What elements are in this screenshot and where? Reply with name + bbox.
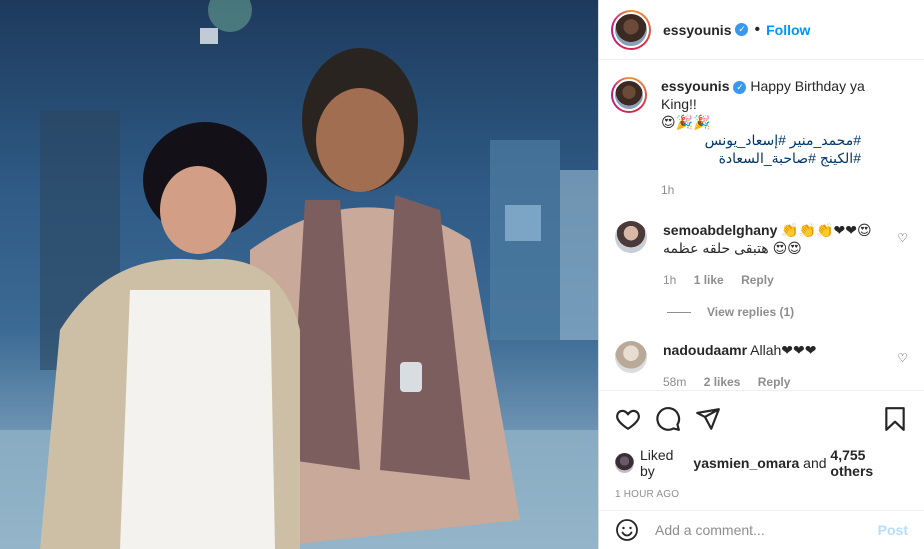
post-header: essyounis ✓ • Follow <box>599 0 924 60</box>
verified-icon: ✓ <box>735 23 749 36</box>
post-timestamp[interactable]: 1 HOUR AGO <box>615 489 908 500</box>
verified-icon: ✓ <box>733 80 747 94</box>
caption-emojis: 😍🎉🎉 <box>661 114 711 130</box>
liker-avatar[interactable] <box>615 453 634 473</box>
caption: essyounis ✓ Happy Birthday ya King!! 😍🎉🎉 … <box>611 77 908 199</box>
comment-time[interactable]: 58m <box>663 375 686 389</box>
share-icon[interactable] <box>695 406 721 432</box>
comment-time[interactable]: 1h <box>663 273 676 287</box>
separator-dot: • <box>754 20 761 38</box>
replies-divider <box>667 311 691 313</box>
likes-and: and <box>803 455 827 471</box>
post-actions: Liked by yasmien_omara and 4,755 others … <box>599 390 924 500</box>
comment-username[interactable]: nadoudaamr <box>663 342 747 358</box>
comments-section[interactable]: essyounis ✓ Happy Birthday ya King!! 😍🎉🎉 … <box>599 61 924 389</box>
comment-item: nadoudaamr Allah❤❤❤ 58m 2 likes Reply ♡ <box>611 341 908 389</box>
view-replies-button[interactable]: View replies (1) <box>667 305 908 319</box>
comment-emojis: 👏👏👏❤❤😍 <box>781 222 872 238</box>
add-comment-bar: Post <box>599 510 924 549</box>
emoji-icon[interactable] <box>615 518 639 542</box>
like-comment-heart-icon[interactable]: ♡ <box>897 231 908 245</box>
instagram-post: essyounis ✓ • Follow essyounis ✓ Happy Bi… <box>0 0 924 549</box>
likes-summary: Liked by yasmien_omara and 4,755 others <box>615 447 908 479</box>
commenter-avatar[interactable] <box>615 221 647 253</box>
author-username[interactable]: essyounis <box>663 22 731 38</box>
post-button[interactable]: Post <box>878 522 908 538</box>
view-replies-label: View replies (1) <box>707 305 795 319</box>
caption-time[interactable]: 1h <box>661 183 674 197</box>
comment-likes[interactable]: 1 like <box>694 273 724 287</box>
post-photo[interactable] <box>0 0 598 549</box>
likes-count[interactable]: 4,755 others <box>830 447 908 479</box>
liker-username[interactable]: yasmien_omara <box>693 455 799 471</box>
caption-username[interactable]: essyounis <box>661 78 729 94</box>
caption-hashtags[interactable]: #محمد_منير #إسعاد_يونس #الكينج #صاحبة_ال… <box>661 131 861 167</box>
author-avatar[interactable] <box>611 9 651 50</box>
like-comment-heart-icon[interactable]: ♡ <box>897 351 908 365</box>
comment-username[interactable]: semoabdelghany <box>663 222 777 238</box>
photo-illustration <box>0 0 598 549</box>
likes-prefix: Liked by <box>640 447 674 479</box>
commenter-avatar[interactable] <box>615 341 647 373</box>
comment-likes[interactable]: 2 likes <box>704 375 741 389</box>
caption-avatar[interactable] <box>611 77 647 113</box>
post-side-panel: essyounis ✓ • Follow essyounis ✓ Happy Bi… <box>598 0 924 549</box>
comment-text: 😍😍 هتبقى حلقه عظمه <box>663 240 802 256</box>
comment-text: Allah❤❤❤ <box>750 342 817 358</box>
reply-button[interactable]: Reply <box>758 375 791 389</box>
comment-icon[interactable] <box>655 406 681 432</box>
comment-input[interactable] <box>655 522 878 538</box>
bookmark-icon[interactable] <box>882 406 908 432</box>
reply-button[interactable]: Reply <box>741 273 774 287</box>
comment-item: semoabdelghany 👏👏👏❤❤😍 😍😍 هتبقى حلقه عظمه… <box>611 221 908 289</box>
follow-button[interactable]: Follow <box>766 22 810 38</box>
heart-icon[interactable] <box>615 406 641 432</box>
